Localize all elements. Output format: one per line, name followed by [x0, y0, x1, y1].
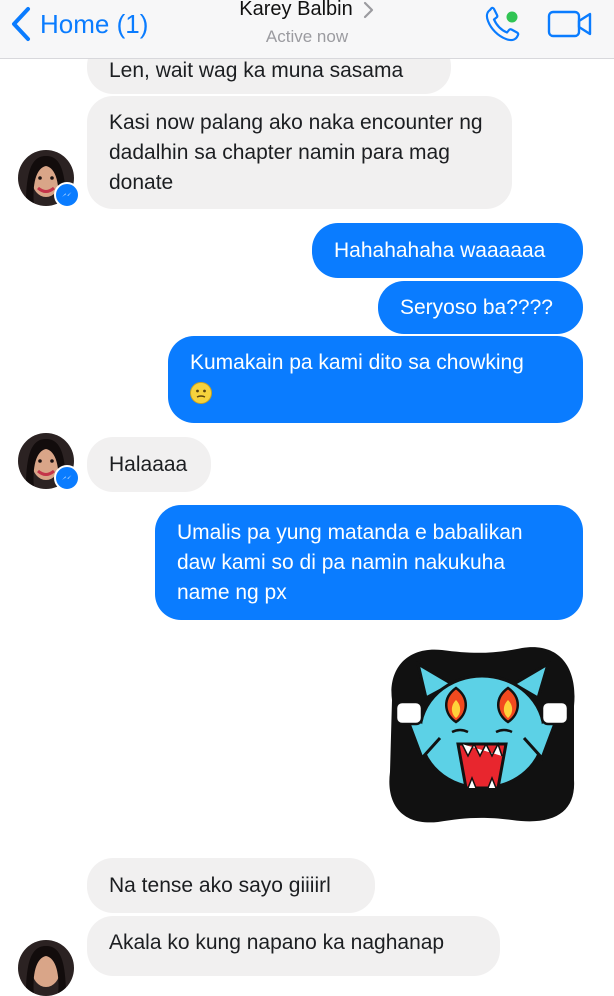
message-text: Kumakain pa kami dito sa chowking [190, 351, 524, 374]
message-bubble-incoming[interactable]: Na tense ako sayo giiiirl [87, 858, 375, 913]
contact-avatar[interactable] [18, 433, 80, 491]
message-bubble-outgoing[interactable]: Umalis pa yung matanda e babalikan daw k… [155, 505, 583, 620]
message-text: Seryoso ba???? [400, 295, 553, 319]
contact-avatar[interactable] [18, 150, 80, 208]
message-bubble-outgoing[interactable]: Seryoso ba???? [378, 281, 583, 334]
message-bubble-outgoing[interactable]: Kumakain pa kami dito sa chowking [168, 336, 583, 423]
message-bubble-incoming[interactable]: Akala ko kung napano ka naghanap [87, 916, 500, 976]
message-bubble-outgoing[interactable]: Hahahahaha waaaaaa [312, 223, 583, 278]
phone-call-icon[interactable] [482, 4, 526, 44]
messenger-badge-icon [54, 465, 80, 491]
angry-cat-fire-eyes-sticker[interactable] [382, 640, 582, 826]
chevron-right-icon [363, 1, 373, 18]
message-bubble-incoming[interactable]: Kasi now palang ako naka encounter ng da… [87, 96, 512, 209]
message-text: Kasi now palang ako naka encounter ng da… [109, 110, 483, 194]
message-text: Na tense ako sayo giiiirl [109, 873, 331, 897]
online-dot [506, 11, 518, 23]
avatar-photo [18, 940, 74, 996]
message-bubble-incoming[interactable]: Halaaaa [87, 437, 211, 492]
video-call-icon[interactable] [546, 8, 594, 40]
conversation-header: Home (1) Karey Balbin Active now [0, 0, 614, 59]
message-text: Akala ko kung napano ka naghanap [109, 931, 445, 954]
contact-avatar[interactable] [18, 940, 74, 996]
message-text: Len, wait wag ka muna sasama [109, 59, 404, 82]
contact-name: Karey Balbin [239, 0, 353, 20]
message-text: Umalis pa yung matanda e babalikan daw k… [177, 520, 523, 604]
confused-face-emoji-icon [190, 382, 212, 404]
messenger-badge-icon [54, 182, 80, 208]
message-text: Hahahahaha waaaaaa [334, 238, 546, 262]
message-text: Halaaaa [109, 452, 188, 476]
